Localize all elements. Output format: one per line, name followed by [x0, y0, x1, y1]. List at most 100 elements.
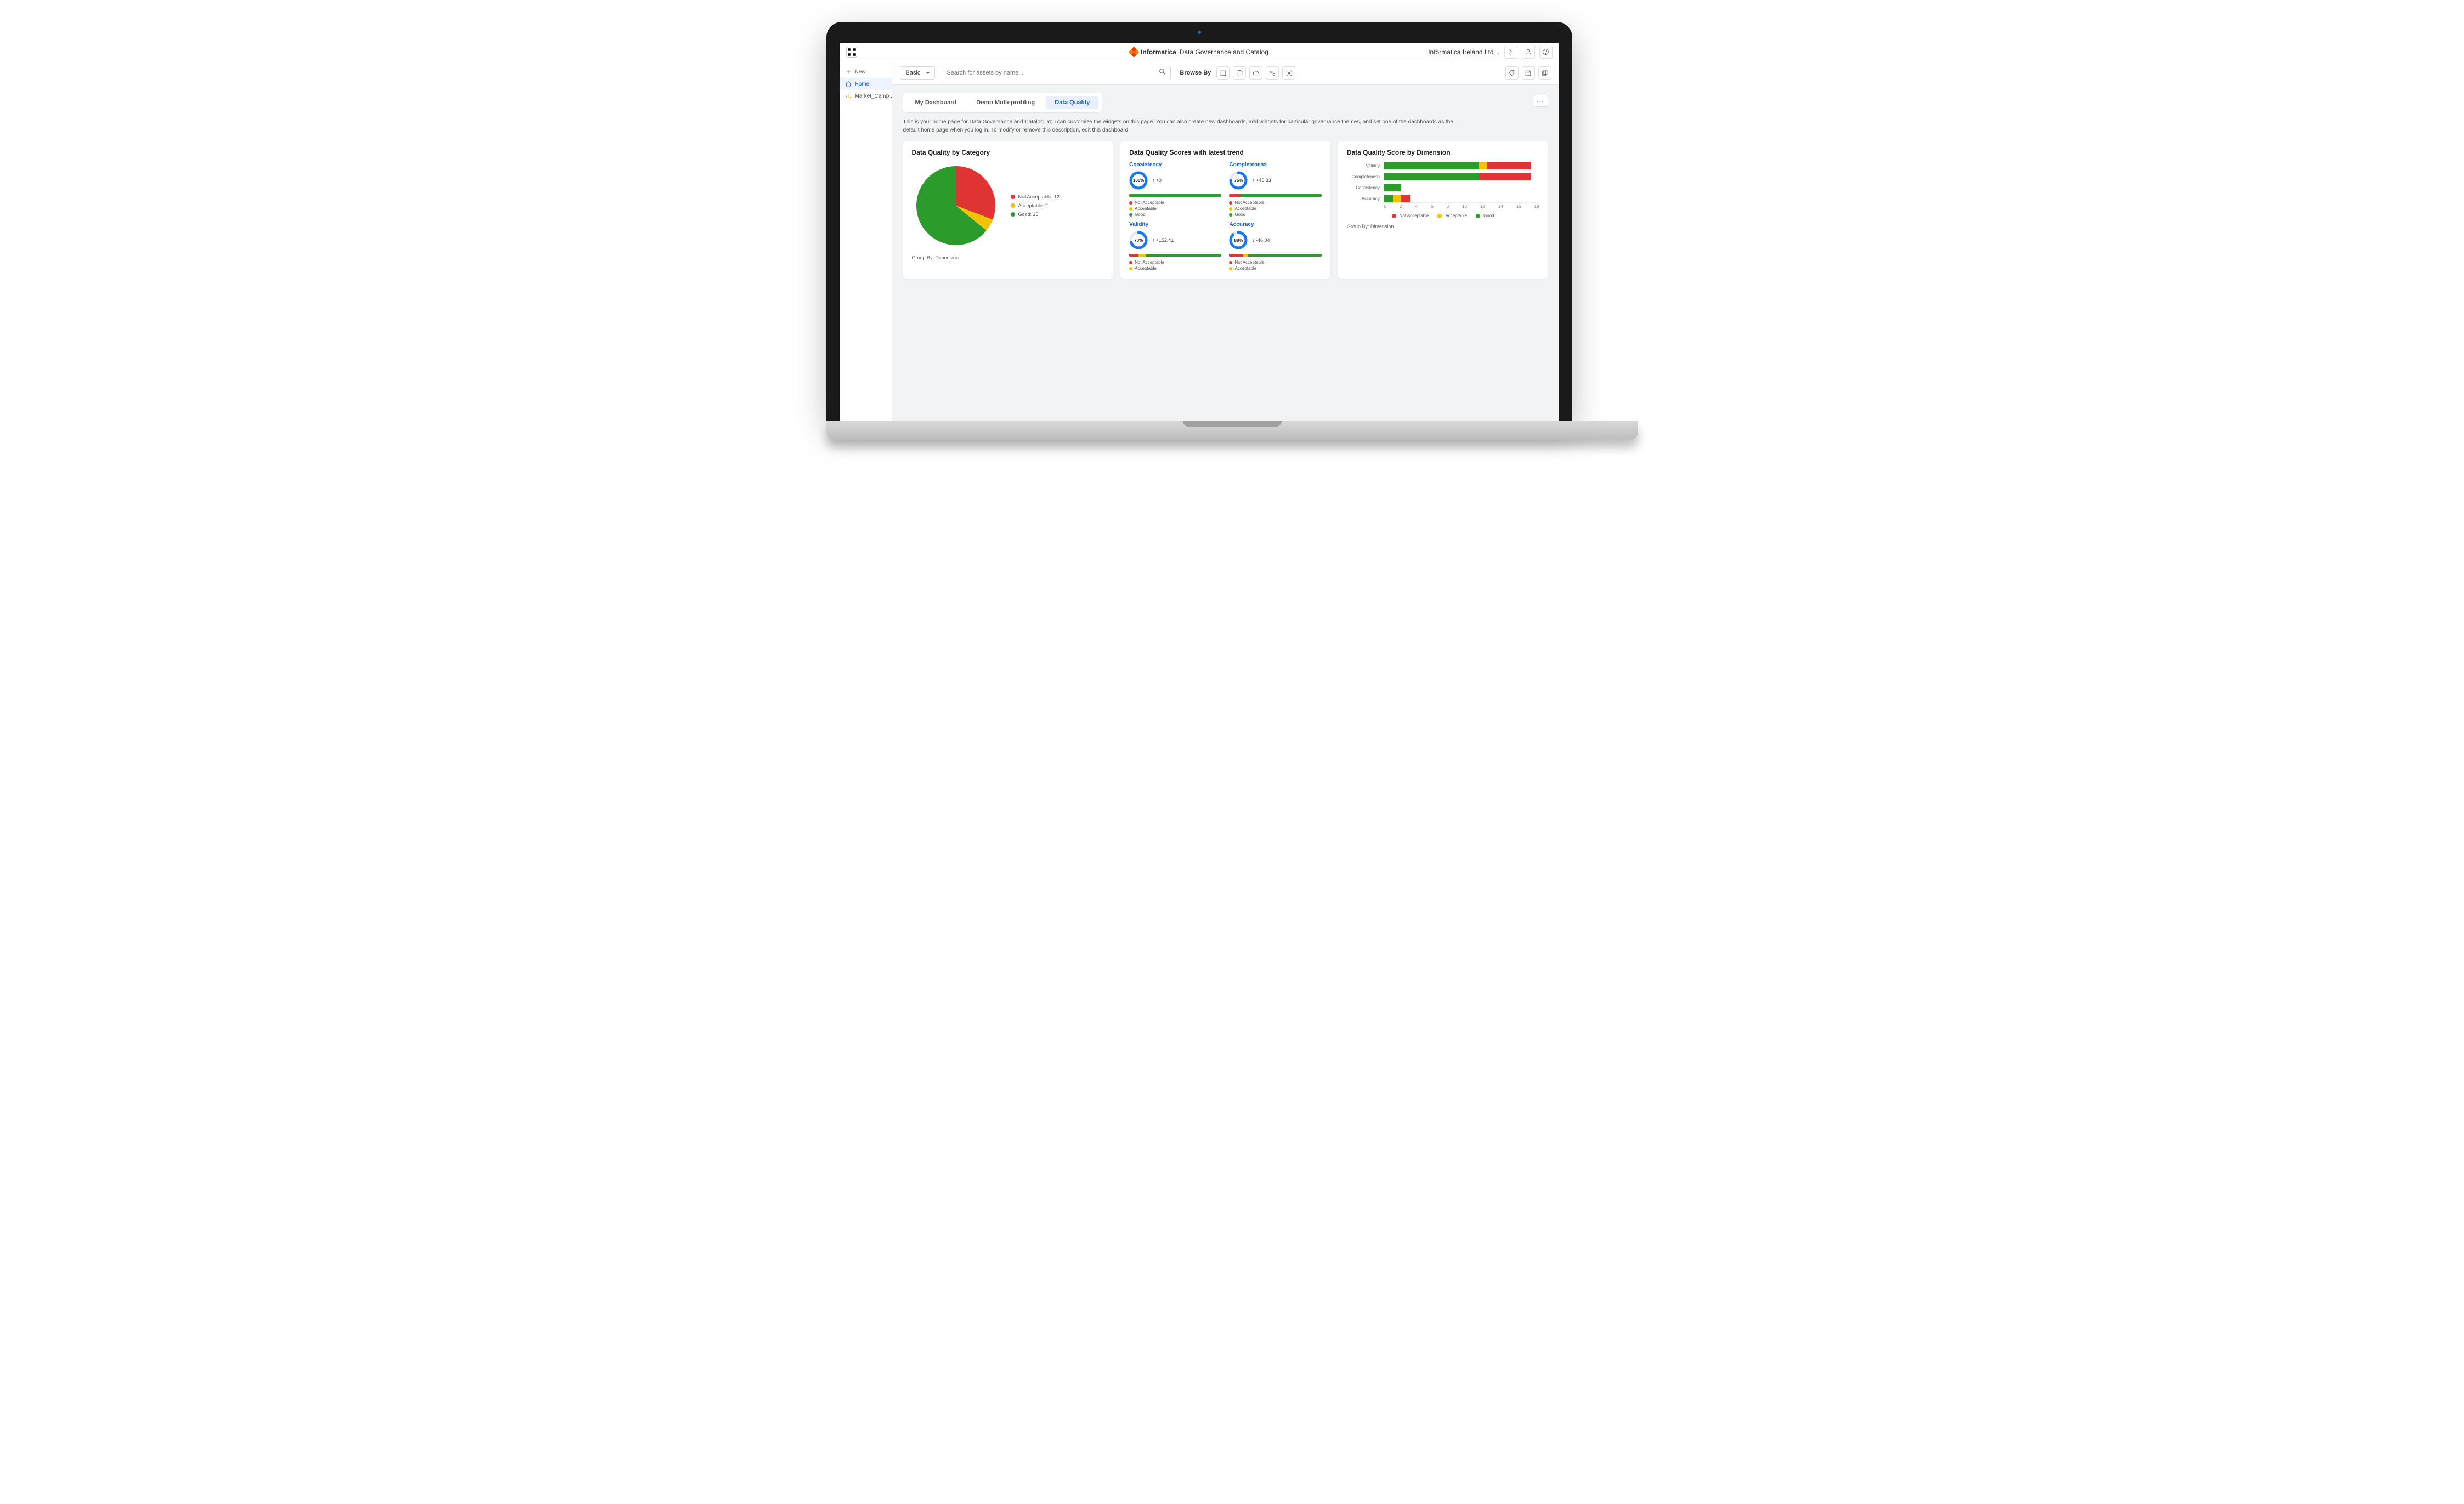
row-label: Accuracy [1347, 196, 1380, 201]
help-button[interactable] [1539, 46, 1553, 59]
axis-tick: 6 [1431, 204, 1433, 209]
stacked-bar [1384, 162, 1539, 169]
notifications-button[interactable] [1504, 46, 1517, 59]
laptop-frame: Informatica Data Governance and Catalog … [826, 22, 1572, 421]
plus-icon [845, 69, 852, 75]
legend-item: Not Acceptable: 12 [1011, 194, 1060, 200]
laptop-base [826, 421, 1638, 440]
brand-name: Informatica [1141, 48, 1176, 56]
axis-tick: 8 [1447, 204, 1449, 209]
score-title-link[interactable]: Consistency [1129, 162, 1221, 168]
score-legend: Not AcceptableAcceptableGood [1129, 200, 1221, 217]
browse-settings-button[interactable] [1266, 66, 1279, 80]
dashboard-tabs: My Dashboard Demo Multi-profiling Data Q… [903, 93, 1102, 112]
axis-tick: 16 [1516, 204, 1521, 209]
sidebar-item-market-camp[interactable]: Market_Camp... [840, 90, 892, 102]
axis-tick: 12 [1480, 204, 1485, 209]
row-label: Validity [1347, 163, 1380, 168]
main-area: Basic Browse By [892, 61, 1559, 421]
donut-gauge: 100% [1129, 171, 1148, 190]
stacked-row: Consistency [1347, 184, 1539, 191]
browse-domain-button[interactable] [1216, 66, 1230, 80]
score-card: Accuracy 88% ↓ -46.04 Not AcceptableAcce… [1229, 222, 1321, 271]
sidebar: New Home Market_Camp... [840, 61, 892, 421]
tab-my-dashboard[interactable]: My Dashboard [907, 96, 966, 109]
tab-data-quality[interactable]: Data Quality [1046, 96, 1098, 109]
app-switcher-button[interactable] [846, 47, 857, 58]
stacked-bar [1384, 195, 1539, 202]
axis-tick: 4 [1415, 204, 1418, 209]
laptop-camera [1197, 30, 1202, 35]
sidebar-item-label: Market_Camp... [855, 93, 894, 99]
card-dq-by-category: Data Quality by Category Not Acceptable:… [903, 141, 1113, 279]
browse-scan-button[interactable] [1282, 66, 1295, 80]
trend-value: ↑ +45.33 [1252, 178, 1271, 183]
score-card: Validity 70% ↑ +152.41 Not AcceptableAcc… [1129, 222, 1221, 271]
search-input[interactable] [941, 66, 1154, 80]
pie-legend: Not Acceptable: 12Acceptable: 2Good: 25 [1011, 194, 1060, 217]
donut-gauge: 88% [1229, 231, 1248, 249]
browse-glossary-button[interactable] [1233, 66, 1246, 80]
card-title: Data Quality by Category [912, 149, 1104, 156]
sidebar-item-new[interactable]: New [840, 66, 892, 78]
group-by-label: Group By: Dimension [1347, 224, 1539, 229]
score-legend: Not AcceptableAcceptable [1229, 260, 1321, 271]
trend-value: ↑ +0 [1152, 178, 1162, 183]
org-selector[interactable]: Informatica Ireland Ltd ⌄ [1428, 48, 1499, 56]
card-title: Data Quality Score by Dimension [1347, 149, 1539, 156]
tag-button[interactable] [1505, 66, 1519, 80]
sidebar-item-label: New [855, 69, 866, 75]
app-title: Data Governance and Catalog [1180, 48, 1268, 56]
chart-legend: Not Acceptable Acceptable Good [1347, 213, 1539, 218]
row-label: Completeness [1347, 174, 1380, 179]
card-title: Data Quality Scores with latest trend [1129, 149, 1322, 156]
score-title-link[interactable]: Completeness [1229, 162, 1321, 168]
stacked-bar [1384, 173, 1539, 180]
dashboard-description: This is your home page for Data Governan… [903, 118, 1463, 134]
stacked-row: Completeness [1347, 173, 1539, 180]
axis-tick: 0 [1384, 204, 1386, 209]
card-dq-by-dimension: Data Quality Score by Dimension Validity… [1338, 141, 1548, 279]
search-action-icons [1505, 66, 1551, 80]
browse-by-label: Browse By [1180, 70, 1211, 76]
legend-item: Acceptable [1437, 213, 1467, 218]
save-view-button[interactable] [1522, 66, 1535, 80]
search-mode-select[interactable]: Basic [900, 66, 936, 80]
group-by-label: Group By: Dimension [912, 255, 1104, 260]
score-title-link[interactable]: Validity [1129, 222, 1221, 228]
score-legend: Not AcceptableAcceptableGood [1229, 200, 1321, 217]
donut-gauge: 70% [1129, 231, 1148, 249]
score-card: Completeness 75% ↑ +45.33 Not Acceptable… [1229, 162, 1321, 217]
tab-demo-multi-profiling[interactable]: Demo Multi-profiling [967, 96, 1044, 109]
dashboard-more-button[interactable]: ⋯ [1533, 95, 1548, 107]
stacked-row: Accuracy [1347, 195, 1539, 202]
trend-value: ↑ +152.41 [1152, 237, 1174, 243]
donut-gauge: 75% [1229, 171, 1248, 190]
pie-chart [912, 162, 1000, 249]
home-icon [845, 81, 852, 87]
browse-cloud-button[interactable] [1249, 66, 1262, 80]
topbar: Informatica Data Governance and Catalog … [840, 43, 1559, 61]
quality-bar [1229, 194, 1321, 197]
score-card: Consistency 100% ↑ +0 Not AcceptableAcce… [1129, 162, 1221, 217]
search-input-wrapper [941, 66, 1171, 80]
axis-tick: 2 [1400, 204, 1402, 209]
axis-tick: 18 [1534, 204, 1539, 209]
legend-item: Not Acceptable [1392, 213, 1429, 218]
quality-bar [1129, 194, 1221, 197]
quality-bar [1229, 254, 1321, 257]
brand-title: Informatica Data Governance and Catalog [1130, 48, 1268, 56]
search-icon[interactable] [1154, 68, 1170, 78]
quality-bar [1129, 254, 1221, 257]
sidebar-item-home[interactable]: Home [840, 78, 892, 90]
app-screen: Informatica Data Governance and Catalog … [840, 43, 1559, 421]
legend-item: Good [1476, 213, 1494, 218]
stacked-row: Validity [1347, 162, 1539, 169]
row-label: Consistency [1347, 185, 1380, 190]
score-title-link[interactable]: Accuracy [1229, 222, 1321, 228]
bar-chart-icon [845, 93, 852, 99]
copy-button[interactable] [1538, 66, 1551, 80]
score-legend: Not AcceptableAcceptable [1129, 260, 1221, 271]
sidebar-item-label: Home [855, 81, 870, 87]
user-button[interactable] [1522, 46, 1535, 59]
